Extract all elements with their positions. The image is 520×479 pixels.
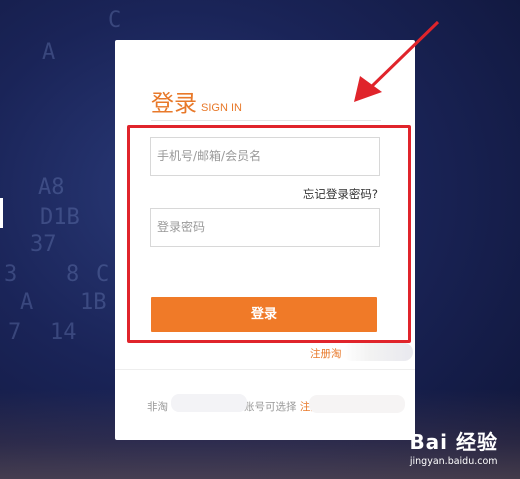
username-input[interactable]: 手机号/邮箱/会员名 (150, 137, 380, 176)
blurred-region (309, 395, 405, 413)
login-title-cn: 登录 (151, 91, 197, 117)
forgot-password-link[interactable]: 忘记登录密码? (303, 186, 378, 202)
login-button[interactable]: 登录 (151, 297, 377, 332)
bg-glyph: 8 (66, 262, 80, 287)
pointer-arrow-icon (354, 20, 440, 102)
bg-glyph: C (96, 262, 110, 287)
password-placeholder: 登录密码 (157, 220, 206, 234)
bg-glyph: A (20, 290, 34, 315)
login-title: 登录 SIGN IN (151, 84, 242, 118)
bg-glyph: D1B (40, 205, 80, 230)
blurred-region (171, 394, 247, 412)
register-link[interactable]: 注册淘 (310, 346, 342, 361)
side-indicator (0, 198, 3, 228)
card-divider (115, 369, 415, 370)
alt-login-mid: 账号可选择 (244, 401, 297, 413)
watermark-brand: Bai 经验 (409, 430, 498, 454)
password-input[interactable]: 登录密码 (150, 208, 380, 247)
bg-glyph: C (108, 8, 122, 33)
bg-glyph: A (42, 40, 56, 65)
baidu-watermark: Bai 经验 jingyan.baidu.com (409, 426, 498, 467)
bg-glyph: 7 (8, 320, 22, 345)
bg-glyph: A8 (38, 175, 65, 200)
bg-glyph: 37 (30, 232, 57, 257)
alt-login-prefix: 非淘 (147, 401, 168, 413)
blurred-region (343, 343, 413, 361)
bg-glyph: 1B (80, 290, 107, 315)
login-title-en: SIGN IN (201, 102, 242, 114)
username-placeholder: 手机号/邮箱/会员名 (157, 149, 262, 163)
bg-glyph: 14 (50, 320, 77, 345)
bg-glyph: 3 (4, 262, 18, 287)
title-divider (151, 120, 381, 121)
watermark-url: jingyan.baidu.com (409, 456, 498, 467)
